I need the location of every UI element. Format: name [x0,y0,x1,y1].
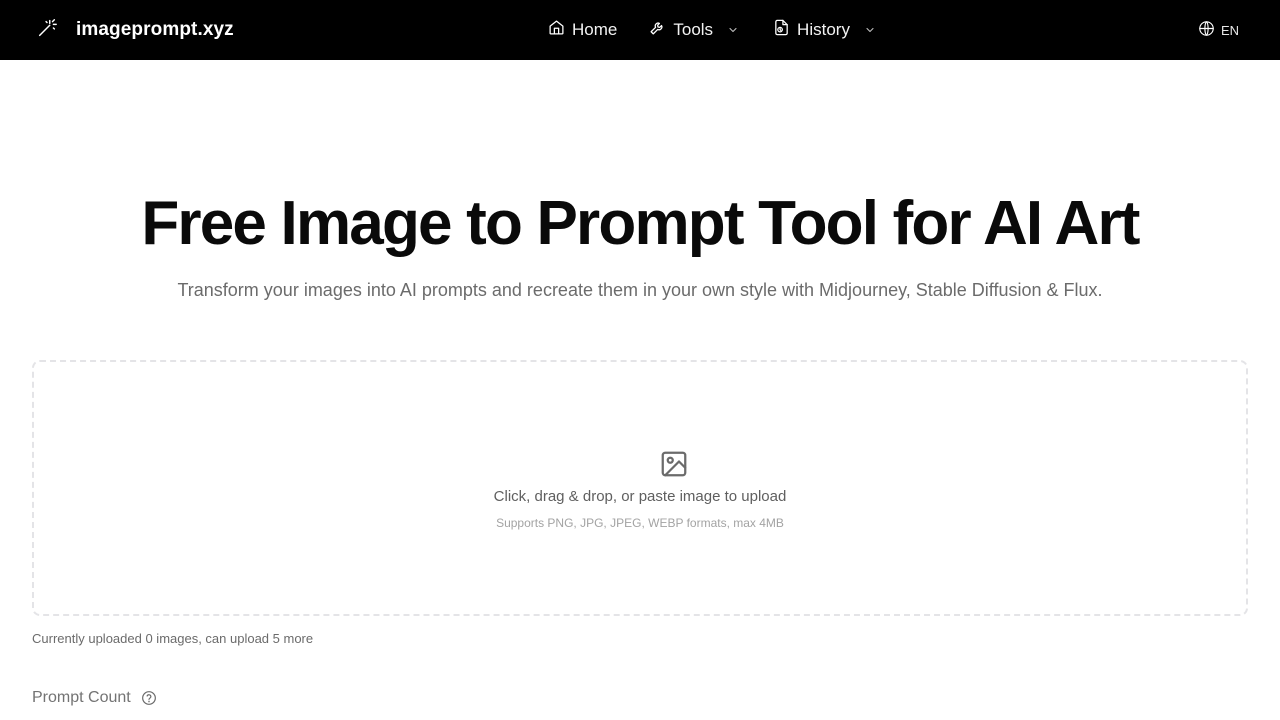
brand-name: imageprompt.xyz [76,19,234,40]
nav-home[interactable]: Home [548,19,617,41]
language-selector[interactable]: EN [1198,0,1239,60]
page-title: Free Image to Prompt Tool for AI Art [141,189,1140,258]
home-icon [548,19,565,41]
nav-tools-label: Tools [673,20,714,39]
language-label: EN [1221,22,1240,38]
chevron-down-icon [864,24,876,36]
main-nav: Home Tools History [548,0,876,60]
prompt-count-label: Prompt Count [32,689,131,706]
image-upload-dropzone[interactable]: Click, drag & drop, or paste image to up… [32,360,1248,616]
help-circle-icon[interactable] [141,690,157,706]
nav-tools-dropdown[interactable]: Tools [649,19,739,41]
magic-wand-icon [36,17,58,44]
history-file-icon [773,19,790,41]
upload-instruction: Click, drag & drop, or paste image to up… [493,488,787,505]
chevron-down-icon [727,24,739,36]
wrench-icon [649,19,666,41]
globe-icon [1198,20,1215,40]
upload-status-text: Currently uploaded 0 images, can upload … [32,631,314,646]
top-navigation-bar: imageprompt.xyz Home Tools History EN [0,0,1280,60]
nav-history-dropdown[interactable]: History [773,19,876,41]
image-icon [658,448,690,480]
nav-home-label: Home [572,20,618,39]
upload-formats-hint: Supports PNG, JPG, JPEG, WEBP formats, m… [496,516,784,530]
prompt-count-setting: Prompt Count [32,689,157,707]
page-subtitle: Transform your images into AI prompts an… [177,280,1103,300]
brand-logo-link[interactable]: imageprompt.xyz [36,0,234,60]
nav-history-label: History [797,20,850,39]
